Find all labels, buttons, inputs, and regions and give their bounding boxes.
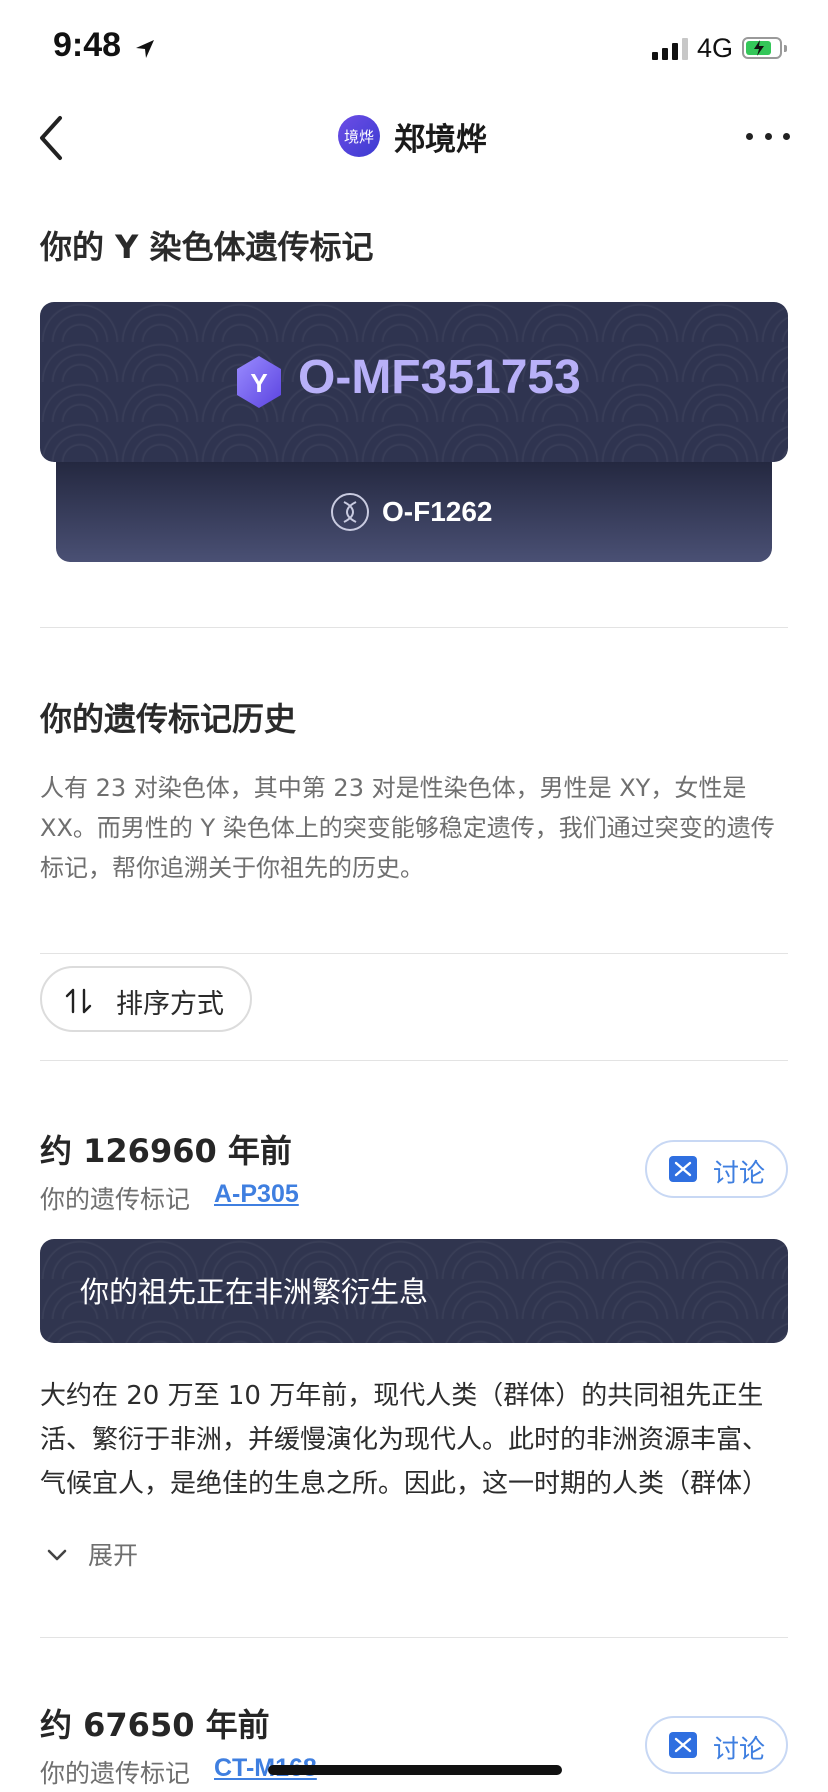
discuss-icon (669, 1156, 697, 1182)
cellular-signal-icon (652, 38, 688, 60)
more-dot-icon (764, 132, 772, 140)
location-arrow-icon (136, 40, 154, 58)
era-banner-text: 你的祖先正在非洲繁衍生息 (80, 1275, 429, 1309)
page-title: 郑境烨 (394, 122, 487, 158)
y-hexagon-badge-icon: Y (237, 356, 281, 408)
discuss-icon (669, 1732, 697, 1758)
discuss-button[interactable]: 讨论 (645, 1716, 788, 1774)
divider (40, 627, 788, 628)
era-marker-label: 你的遗传标记 (40, 1759, 191, 1788)
chevron-left-icon (40, 116, 62, 160)
divider (40, 953, 788, 954)
expand-label: 展开 (88, 1541, 139, 1570)
main-haplogroup: O-MF351753 (298, 351, 581, 404)
haplogroup-card: Y O-MF351753 (40, 302, 788, 462)
back-button[interactable] (30, 110, 80, 166)
sub-haplogroup: O-F1262 (382, 496, 493, 527)
era-title: 约 67650 年前 (40, 1706, 270, 1744)
chevron-down-icon (47, 1549, 67, 1561)
discuss-button[interactable]: 讨论 (645, 1140, 788, 1198)
home-indicator (268, 1765, 562, 1775)
history-description: 人有 23 对染色体，其中第 23 对是性染色体，男性是 XY，女性是 XX。而… (40, 774, 775, 882)
dna-icon (331, 493, 369, 531)
discuss-label: 讨论 (713, 1159, 766, 1189)
avatar: 境烨 (338, 115, 380, 157)
status-time: 9:48 (53, 26, 122, 64)
battery-icon (742, 37, 787, 59)
sort-label: 排序方式 (116, 989, 224, 1020)
discuss-label: 讨论 (713, 1735, 766, 1765)
history-section-title: 你的遗传标记历史 (40, 700, 297, 738)
sort-icon (65, 988, 92, 1014)
era-marker-link[interactable]: A-P305 (214, 1180, 299, 1209)
era-description: 大约在 20 万至 10 万年前，现代人类（群体）的共同祖先正生活、繁衍于非洲，… (40, 1381, 769, 1499)
more-dot-icon (783, 132, 790, 140)
status-bar: 9:48 4G (0, 0, 828, 100)
divider (40, 1060, 788, 1061)
badge-letter: Y (250, 368, 267, 398)
y-marker-section-title: 你的 Y 染色体遗传标记 (40, 228, 374, 266)
nav-bar: 境烨 郑境烨 (0, 100, 828, 176)
divider (40, 1637, 788, 1638)
sort-button[interactable]: 排序方式 (40, 966, 252, 1032)
era-title: 约 126960 年前 (40, 1132, 292, 1170)
more-dot-icon (746, 132, 753, 140)
sub-haplogroup-card: O-F1262 (56, 462, 772, 562)
more-options-button[interactable] (746, 120, 790, 152)
network-type: 4G (697, 33, 734, 63)
era-marker-label: 你的遗传标记 (40, 1185, 191, 1214)
era-banner: 你的祖先正在非洲繁衍生息 (40, 1239, 788, 1343)
